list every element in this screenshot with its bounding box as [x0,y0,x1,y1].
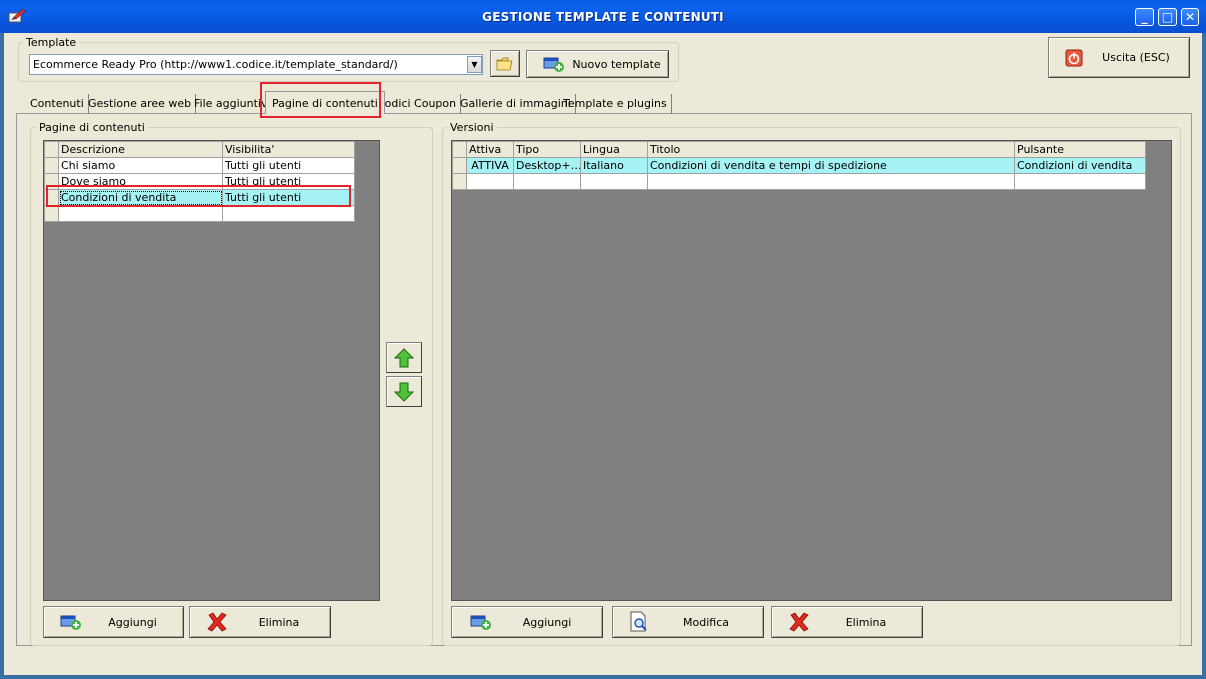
folder-icon [496,57,513,70]
new-template-button[interactable]: Nuovo template [526,50,669,78]
window-title: GESTIONE TEMPLATE E CONTENUTI [482,10,724,24]
tab-label: Gestione aree web [88,97,192,110]
move-down-button[interactable] [386,376,422,407]
column-header-titolo[interactable]: Titolo [647,141,1015,158]
close-icon: ✕ [1184,10,1196,24]
open-folder-button[interactable] [490,50,520,77]
tab-codici-coupon[interactable]: Codici Coupon [373,94,462,114]
maximize-icon: □ [1161,10,1174,24]
arrow-up-icon [393,347,415,367]
tab-label: Codici Coupon [377,97,457,110]
cell-empty[interactable] [513,173,581,190]
tab-label: Contenuti [30,97,84,110]
tab-template-e-plugins[interactable]: Template e plugins [559,94,672,114]
table-row[interactable]: Chi siamo Tutti gli utenti [44,157,355,174]
table-row-selected[interactable]: ATTIVA Desktop+… Italiano Condizioni di … [452,157,1146,174]
template-group-label: Template [23,36,80,49]
cell-pulsante[interactable]: Condizioni di vendita [1014,157,1146,174]
cell-titolo[interactable]: Condizioni di vendita e tempi di spedizi… [647,157,1015,174]
template-select[interactable]: Ecommerce Ready Pro (http://www1.codice.… [29,54,483,75]
template-select-value: Ecommerce Ready Pro (http://www1.codice.… [33,58,398,71]
column-header-lingua[interactable]: Lingua [580,141,648,158]
cell-visibilita[interactable]: Tutti gli utenti [222,157,355,174]
edit-version-label: Modifica [683,615,729,629]
arrow-down-icon [393,382,415,402]
tab-label: Template e plugins [563,97,667,110]
cell-empty[interactable] [647,173,1015,190]
cell-empty[interactable] [222,205,355,222]
pages-table: Descrizione Visibilita' Chi siamo Tutti … [44,141,355,222]
row-indicator-header [44,141,59,158]
minimize-icon: _ [1141,10,1148,24]
red-x-icon [207,612,227,632]
row-indicator-header [452,141,467,158]
cell-attiva[interactable]: ATTIVA [466,157,514,174]
table-header-row: Descrizione Visibilita' [44,141,355,158]
tab-gestione-aree-web[interactable]: Gestione aree web [84,94,197,114]
new-template-label: Nuovo template [572,57,661,71]
tab-highlight-box [260,82,381,118]
move-up-button[interactable] [386,342,422,373]
delete-version-button[interactable]: Elimina [771,606,923,638]
versions-table: Attiva Tipo Lingua Titolo Pulsante ATTIV… [452,141,1146,190]
tab-gallerie-di-immagini[interactable]: Gallerie di immagini [456,94,576,114]
row-indicator[interactable] [44,205,59,222]
column-header-descrizione[interactable]: Descrizione [58,141,223,158]
tab-contenuti[interactable]: Contenuti [26,94,89,114]
versions-group-label: Versioni [447,121,497,134]
delete-page-button[interactable]: Elimina [189,606,331,638]
edit-version-button[interactable]: Modifica [612,606,764,638]
add-window-icon [470,615,491,630]
column-header-pulsante[interactable]: Pulsante [1014,141,1146,158]
table-row-empty[interactable] [44,205,355,222]
exit-label: Uscita (ESC) [1102,51,1170,64]
chevron-down-icon[interactable]: ▼ [467,56,482,73]
cell-empty[interactable] [466,173,514,190]
cell-empty[interactable] [580,173,648,190]
red-x-icon [789,612,809,632]
exit-button[interactable]: Uscita (ESC) [1048,37,1190,78]
versions-grid-area [451,140,1172,601]
table-header-row: Attiva Tipo Lingua Titolo Pulsante [452,141,1146,158]
pages-group-label: Pagine di contenuti [36,121,148,134]
column-header-attiva[interactable]: Attiva [466,141,514,158]
add-window-icon [543,57,564,72]
power-icon [1065,49,1083,66]
add-page-button[interactable]: Aggiungi [43,606,184,638]
cell-empty[interactable] [1014,173,1146,190]
add-version-button[interactable]: Aggiungi [451,606,603,638]
tab-label: Gallerie di immagini [460,97,571,110]
maximize-button[interactable]: □ [1158,8,1177,26]
row-highlight-box [46,185,351,207]
delete-page-label: Elimina [258,615,300,629]
column-header-visibilita[interactable]: Visibilita' [222,141,355,158]
row-indicator[interactable] [44,157,59,174]
row-indicator[interactable] [452,173,467,190]
table-row-empty[interactable] [452,173,1146,190]
cell-empty[interactable] [58,205,223,222]
add-version-label: Aggiungi [522,615,572,629]
add-page-label: Aggiungi [108,615,157,629]
column-header-tipo[interactable]: Tipo [513,141,581,158]
cell-descrizione[interactable]: Chi siamo [58,157,223,174]
delete-version-label: Elimina [845,615,887,629]
cell-tipo[interactable]: Desktop+… [513,157,581,174]
row-indicator[interactable] [452,157,467,174]
minimize-button[interactable]: _ [1135,8,1154,26]
status-bar [4,658,1202,675]
add-window-icon [60,615,81,630]
document-search-icon [630,611,647,632]
close-button[interactable]: ✕ [1181,8,1199,26]
cell-lingua[interactable]: Italiano [580,157,648,174]
